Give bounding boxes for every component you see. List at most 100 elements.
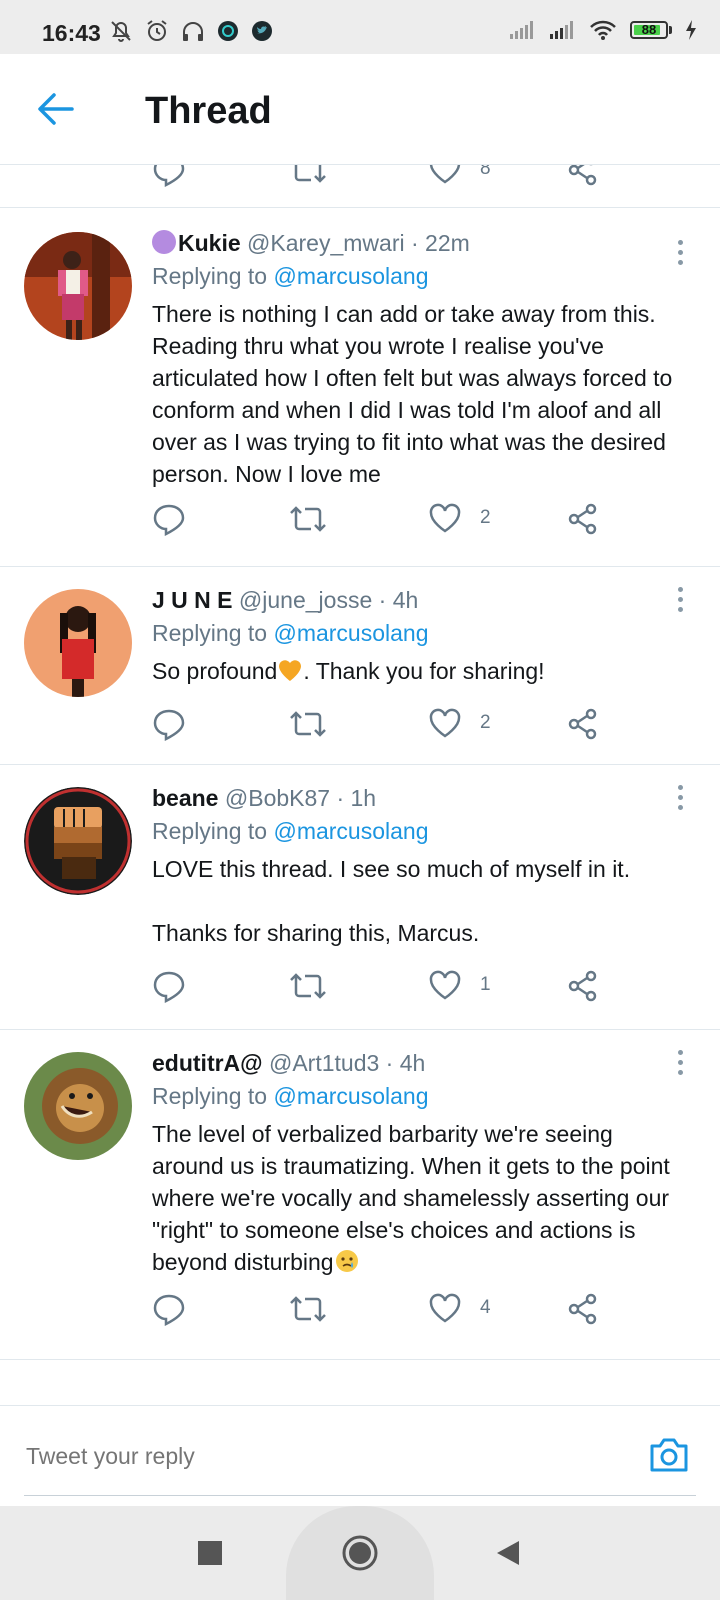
tweet[interactable]: Kukie @Karey_mwari · 22m Replying to @ma… [0, 208, 720, 566]
timestamp: · 4h [378, 587, 419, 613]
display-name[interactable]: beane [152, 785, 218, 811]
like-button[interactable]: 1 [428, 969, 491, 1001]
replying-to: Replying to @marcusolang [152, 818, 690, 845]
composer-underline [24, 1495, 696, 1496]
more-options-icon[interactable] [678, 240, 684, 270]
tweet-header: Kukie @Karey_mwari · 22m [152, 230, 690, 257]
tweet-text-part: The level of verbalized barbarity we're … [152, 1121, 670, 1275]
heart-icon [429, 970, 461, 1000]
timestamp: · 4h [385, 1050, 426, 1076]
charging-icon [684, 19, 698, 41]
like-button[interactable]: 8 [428, 165, 491, 185]
back-arrow-icon[interactable] [36, 92, 74, 131]
like-button[interactable]: 2 [428, 707, 491, 739]
like-count: 2 [480, 712, 491, 733]
reply-icon[interactable] [152, 165, 186, 187]
more-options-icon[interactable] [678, 1050, 684, 1080]
handle[interactable]: @BobK87 [225, 785, 330, 811]
display-name[interactable]: edutitrA@ [152, 1050, 263, 1076]
tweet-content: Kukie @Karey_mwari · 22m Replying to @ma… [152, 230, 690, 490]
replying-label: Replying to [152, 818, 268, 844]
mention-link[interactable]: @marcusolang [273, 1083, 428, 1109]
status-left-icons [108, 18, 274, 44]
top-action-bar: 8 [0, 165, 720, 207]
page-title: Thread [145, 90, 272, 132]
tweet[interactable]: beane @BobK87 · 1h Replying to @marcusol… [0, 765, 720, 1029]
like-count: 8 [480, 165, 491, 179]
heart-icon [429, 503, 461, 533]
action-bar: 2 [0, 707, 720, 767]
handle[interactable]: @Art1tud3 [269, 1050, 379, 1076]
like-count: 4 [480, 1297, 491, 1318]
reply-icon[interactable] [152, 707, 186, 741]
mention-link[interactable]: @marcusolang [273, 620, 428, 646]
more-options-icon[interactable] [678, 785, 684, 815]
avatar[interactable] [24, 232, 132, 340]
avatar[interactable] [24, 787, 132, 895]
retweet-icon[interactable] [288, 165, 328, 187]
replying-to: Replying to @marcusolang [152, 1083, 690, 1110]
retweet-icon[interactable] [288, 502, 328, 536]
action-bar: 4 [0, 1292, 720, 1352]
back-triangle-icon[interactable] [478, 1506, 538, 1600]
display-name[interactable]: J U N E [152, 587, 233, 613]
twitter-notification-icon [250, 19, 274, 43]
reply-icon[interactable] [152, 1292, 186, 1326]
home-circle-icon[interactable] [330, 1506, 390, 1600]
reply-icon[interactable] [152, 969, 186, 1003]
tweet-text: LOVE this thread. I see so much of mysel… [152, 856, 631, 946]
retweet-icon[interactable] [288, 1292, 328, 1326]
battery-level: 88 [641, 22, 657, 37]
share-icon[interactable] [566, 502, 600, 536]
headset-icon [180, 18, 206, 44]
avatar[interactable] [24, 589, 132, 697]
like-button[interactable]: 4 [428, 1292, 491, 1324]
tweet[interactable]: J U N E @june_josse · 4h Replying to @ma… [0, 567, 720, 764]
mention-link[interactable]: @marcusolang [273, 818, 428, 844]
camera-icon[interactable] [648, 1436, 690, 1479]
notifications-off-icon [108, 18, 134, 44]
divider [0, 1359, 720, 1360]
retweet-icon[interactable] [288, 969, 328, 1003]
heart-icon [429, 165, 461, 184]
thread-feed[interactable]: 8 Kukie @Karey_mwari · 22m Replying to @… [0, 165, 720, 1360]
tweet-content: beane @BobK87 · 1h Replying to @marcusol… [152, 785, 690, 949]
timestamp: · 1h [336, 785, 377, 811]
tweet-text-part: So profound [152, 658, 278, 684]
reply-icon[interactable] [152, 502, 186, 536]
share-icon[interactable] [566, 969, 600, 1003]
like-count: 2 [480, 507, 491, 528]
avatar[interactable] [24, 1052, 132, 1160]
reply-composer [0, 1405, 720, 1506]
share-icon[interactable] [566, 1292, 600, 1326]
replying-label: Replying to [152, 1083, 268, 1109]
replying-to: Replying to @marcusolang [152, 620, 690, 647]
action-bar: 2 [0, 502, 720, 562]
battery-icon: 88 [630, 21, 672, 39]
replying-to: Replying to @marcusolang [152, 263, 690, 290]
heart-icon [429, 1293, 461, 1323]
share-icon[interactable] [566, 165, 600, 187]
alarm-icon [144, 18, 170, 44]
mention-link[interactable]: @marcusolang [273, 263, 428, 289]
share-icon[interactable] [566, 707, 600, 741]
timestamp: · 22m [410, 230, 470, 256]
more-options-icon[interactable] [678, 587, 684, 617]
like-button[interactable]: 2 [428, 502, 491, 534]
tweet-text: So profound . Thank you for sharing! [152, 655, 690, 687]
tweet-header: edutitrA@ @Art1tud3 · 4h [152, 1050, 690, 1077]
tweet-header: J U N E @june_josse · 4h [152, 587, 690, 614]
reply-input[interactable] [24, 1442, 588, 1471]
status-bar: 16:43 88 [0, 0, 720, 54]
heart-icon [429, 708, 461, 738]
system-nav-bar [0, 1506, 720, 1600]
replying-label: Replying to [152, 263, 268, 289]
tweet[interactable]: edutitrA@ @Art1tud3 · 4h Replying to @ma… [0, 1030, 720, 1359]
recents-square-icon[interactable] [180, 1506, 240, 1600]
handle[interactable]: @june_josse [239, 587, 372, 613]
retweet-icon[interactable] [288, 707, 328, 741]
replying-label: Replying to [152, 620, 268, 646]
app-notification-icon [216, 19, 240, 43]
handle[interactable]: @Karey_mwari [247, 230, 405, 256]
display-name[interactable]: Kukie [178, 230, 241, 256]
